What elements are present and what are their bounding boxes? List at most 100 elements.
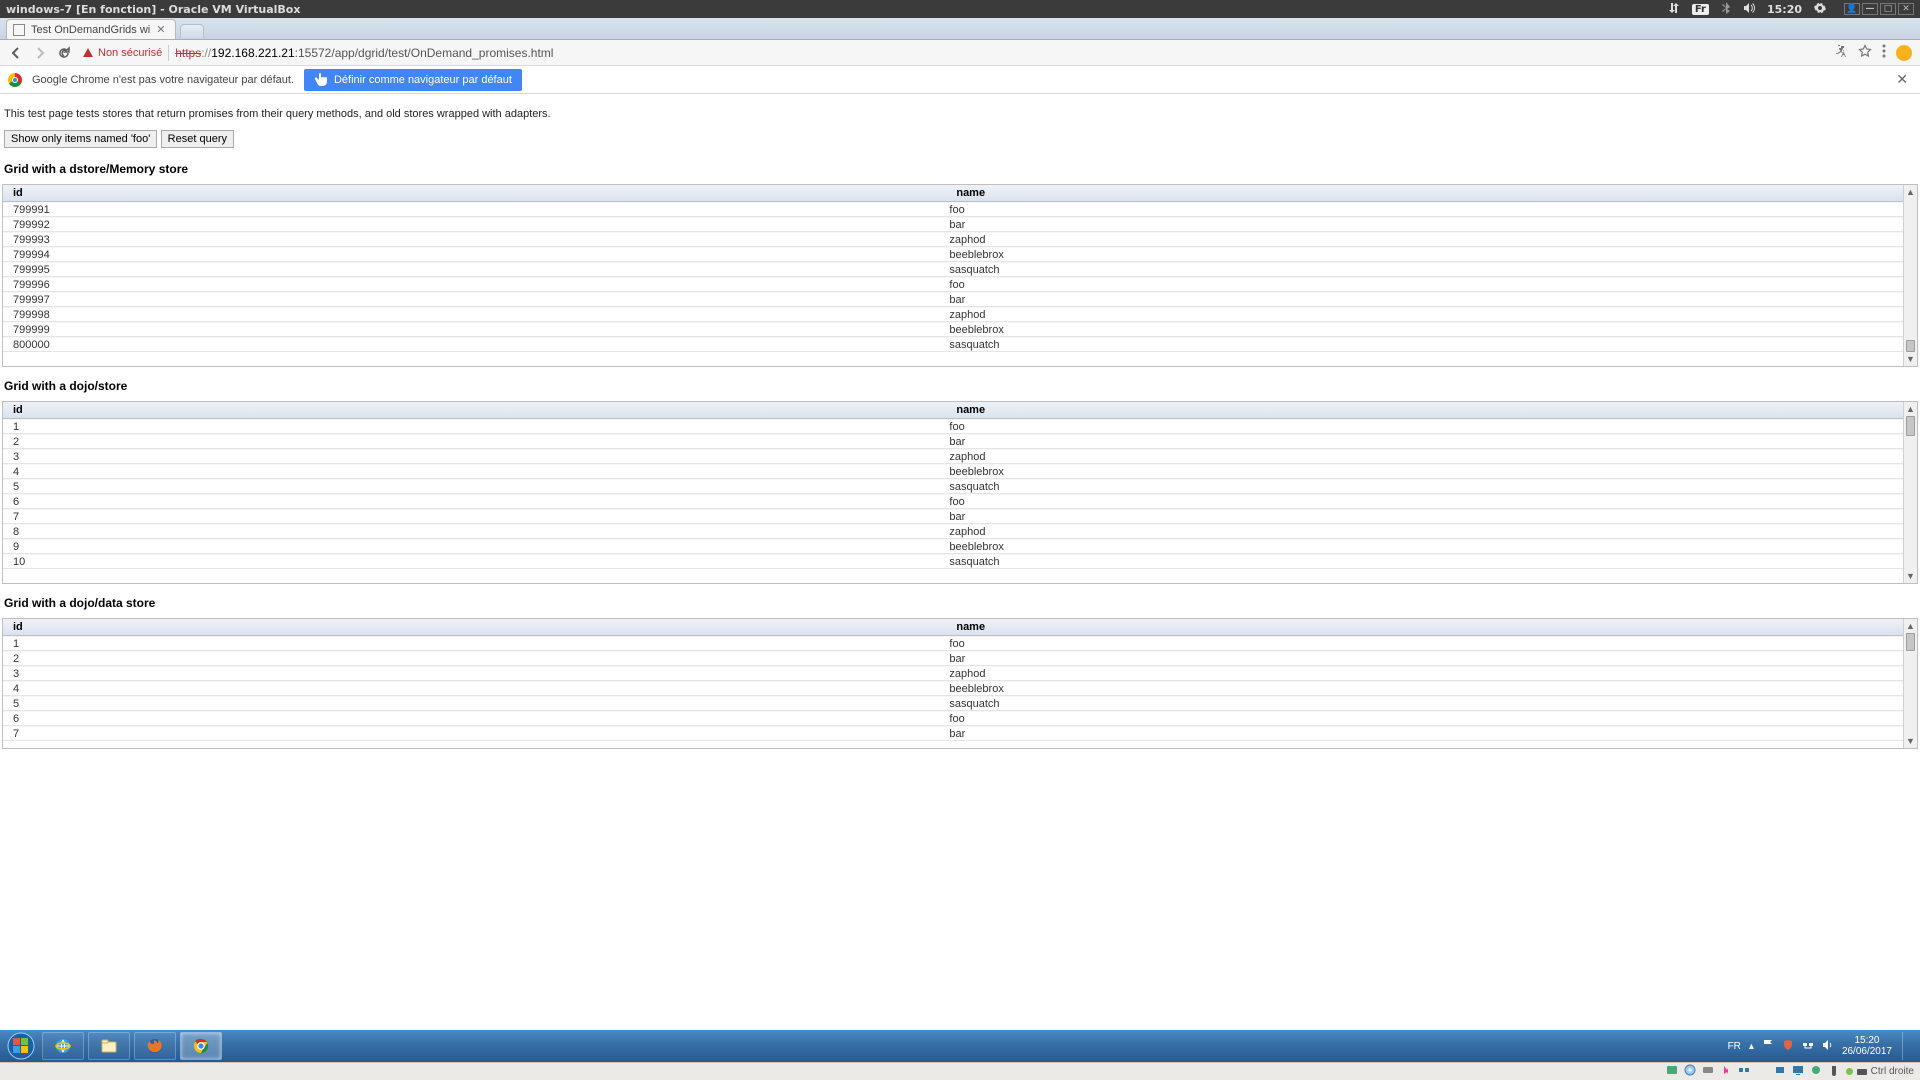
maximize-button[interactable]: □ (1880, 3, 1896, 15)
bluetooth-icon[interactable] (1721, 2, 1731, 17)
table-row[interactable]: 3zaphod (3, 666, 1903, 681)
chrome-menu-icon[interactable] (1882, 44, 1886, 61)
scroll-thumb[interactable] (1906, 340, 1915, 352)
close-button[interactable]: ✕ (1898, 3, 1914, 15)
vbox-shared-icon[interactable] (1774, 1064, 1786, 1079)
col-name-header[interactable]: name (952, 187, 1917, 199)
grid3-scrollbar[interactable]: ▲ ▼ (1903, 619, 1917, 748)
network-icon[interactable] (1668, 2, 1680, 17)
grid1-body[interactable]: 799991foo799992bar799993zaphod799994beeb… (3, 202, 1917, 366)
back-button[interactable] (8, 45, 24, 61)
grid2-scrollbar[interactable]: ▲ ▼ (1903, 402, 1917, 583)
vbox-usb-icon[interactable] (1756, 1064, 1768, 1079)
table-row[interactable]: 1foo (3, 636, 1903, 651)
col-id-header[interactable]: id (3, 621, 952, 633)
browser-tab[interactable]: Test OnDemandGrids wi ✕ (6, 19, 176, 39)
scroll-thumb[interactable] (1906, 633, 1915, 651)
task-firefox[interactable] (134, 1032, 176, 1060)
table-row[interactable]: 799996foo (3, 277, 1903, 292)
vbox-optical-icon[interactable] (1684, 1064, 1696, 1079)
table-row[interactable]: 6foo (3, 711, 1903, 726)
start-button[interactable] (4, 1032, 38, 1060)
scroll-thumb[interactable] (1906, 416, 1915, 436)
table-row[interactable]: 7bar (3, 509, 1903, 524)
vbox-host-key[interactable]: Ctrl droite (1846, 1066, 1914, 1078)
scroll-down-icon[interactable]: ▼ (1904, 569, 1917, 583)
tray-flag-icon[interactable] (1762, 1039, 1774, 1054)
translate-icon[interactable] (1834, 44, 1848, 61)
scroll-down-icon[interactable]: ▼ (1904, 352, 1917, 366)
task-ie[interactable] (42, 1032, 84, 1060)
table-row[interactable]: 799994beeblebrox (3, 247, 1903, 262)
grid2-body[interactable]: 1foo2bar3zaphod4beeblebrox5sasquatch6foo… (3, 419, 1917, 583)
scroll-up-icon[interactable]: ▲ (1904, 185, 1917, 199)
vbox-net-icon[interactable] (1738, 1064, 1750, 1079)
col-name-header[interactable]: name (952, 404, 1917, 416)
tray-network-icon[interactable] (1802, 1039, 1814, 1054)
task-explorer[interactable] (88, 1032, 130, 1060)
vbox-audio-icon[interactable] (1720, 1064, 1732, 1079)
bookmark-star-icon[interactable] (1858, 44, 1872, 61)
tray-shield-icon[interactable] (1782, 1039, 1794, 1054)
keyboard-layout-indicator[interactable]: Fr (1692, 4, 1709, 15)
new-tab-button[interactable] (180, 24, 204, 38)
scroll-up-icon[interactable]: ▲ (1904, 619, 1917, 633)
tray-volume-icon[interactable] (1822, 1039, 1834, 1054)
table-row[interactable]: 800000sasquatch (3, 337, 1903, 352)
table-row[interactable]: 799993zaphod (3, 232, 1903, 247)
table-row[interactable]: 799992bar (3, 217, 1903, 232)
table-row[interactable]: 799997bar (3, 292, 1903, 307)
reload-button[interactable] (56, 45, 72, 61)
col-id-header[interactable]: id (3, 404, 952, 416)
show-desktop-button[interactable] (1902, 1032, 1912, 1060)
table-row[interactable]: 5sasquatch (3, 696, 1903, 711)
host-clock[interactable]: 15:20 (1767, 3, 1802, 16)
col-name-header[interactable]: name (952, 621, 1917, 633)
table-row[interactable]: 10sasquatch (3, 554, 1903, 569)
table-row[interactable]: 799999beeblebrox (3, 322, 1903, 337)
table-row[interactable]: 3zaphod (3, 449, 1903, 464)
vbox-disk-icon[interactable] (1666, 1064, 1678, 1079)
tray-chev-icon[interactable]: ▴ (1749, 1041, 1754, 1052)
reset-query-button[interactable]: Reset query (161, 130, 234, 148)
grid3-body[interactable]: 1foo2bar3zaphod4beeblebrox5sasquatch6foo… (3, 636, 1917, 748)
vbox-display-icon[interactable] (1792, 1064, 1804, 1079)
vbox-hd-icon[interactable] (1702, 1064, 1714, 1079)
vbox-mouse-icon[interactable] (1828, 1064, 1840, 1079)
win7-systray[interactable]: FR ▴ 15:20 26/06/2017 (1728, 1032, 1916, 1060)
gear-icon[interactable] (1814, 2, 1826, 17)
table-row[interactable]: 8zaphod (3, 524, 1903, 539)
table-row[interactable]: 799991foo (3, 202, 1903, 217)
profile-avatar-icon[interactable] (1896, 45, 1912, 61)
task-chrome[interactable] (180, 1032, 222, 1060)
table-row[interactable]: 4beeblebrox (3, 464, 1903, 479)
table-row[interactable]: 7bar (3, 726, 1903, 741)
address-bar[interactable]: Non sécurisé https://192.168.221.21:1557… (80, 45, 1826, 61)
grid1-scrollbar[interactable]: ▲ ▼ (1903, 185, 1917, 366)
forward-button[interactable] (32, 45, 48, 61)
insecure-badge[interactable]: Non sécurisé (82, 47, 162, 59)
table-row[interactable]: 9beeblebrox (3, 539, 1903, 554)
volume-icon[interactable] (1743, 2, 1755, 17)
filter-foo-button[interactable]: Show only items named 'foo' (4, 130, 157, 148)
page-viewport[interactable]: This test page tests stores that return … (0, 94, 1920, 1030)
table-row[interactable]: 5sasquatch (3, 479, 1903, 494)
table-row[interactable]: 6foo (3, 494, 1903, 509)
table-row[interactable]: 2bar (3, 434, 1903, 449)
table-row[interactable]: 1foo (3, 419, 1903, 434)
scroll-down-icon[interactable]: ▼ (1904, 734, 1917, 748)
tray-lang[interactable]: FR (1728, 1041, 1741, 1052)
scroll-up-icon[interactable]: ▲ (1904, 402, 1917, 416)
close-tab-icon[interactable]: ✕ (156, 23, 165, 36)
table-row[interactable]: 2bar (3, 651, 1903, 666)
vbox-recording-icon[interactable] (1810, 1064, 1822, 1079)
table-row[interactable]: 4beeblebrox (3, 681, 1903, 696)
col-id-header[interactable]: id (3, 187, 952, 199)
close-infobar-icon[interactable]: ✕ (1892, 71, 1912, 88)
minimize-button[interactable]: — (1862, 3, 1878, 15)
table-row[interactable]: 799998zaphod (3, 307, 1903, 322)
table-row[interactable]: 799995sasquatch (3, 262, 1903, 277)
user-indicator-icon[interactable]: 👤 (1844, 3, 1860, 15)
tray-clock[interactable]: 15:20 26/06/2017 (1842, 1035, 1892, 1057)
set-default-browser-button[interactable]: Définir comme navigateur par défaut (304, 69, 522, 91)
